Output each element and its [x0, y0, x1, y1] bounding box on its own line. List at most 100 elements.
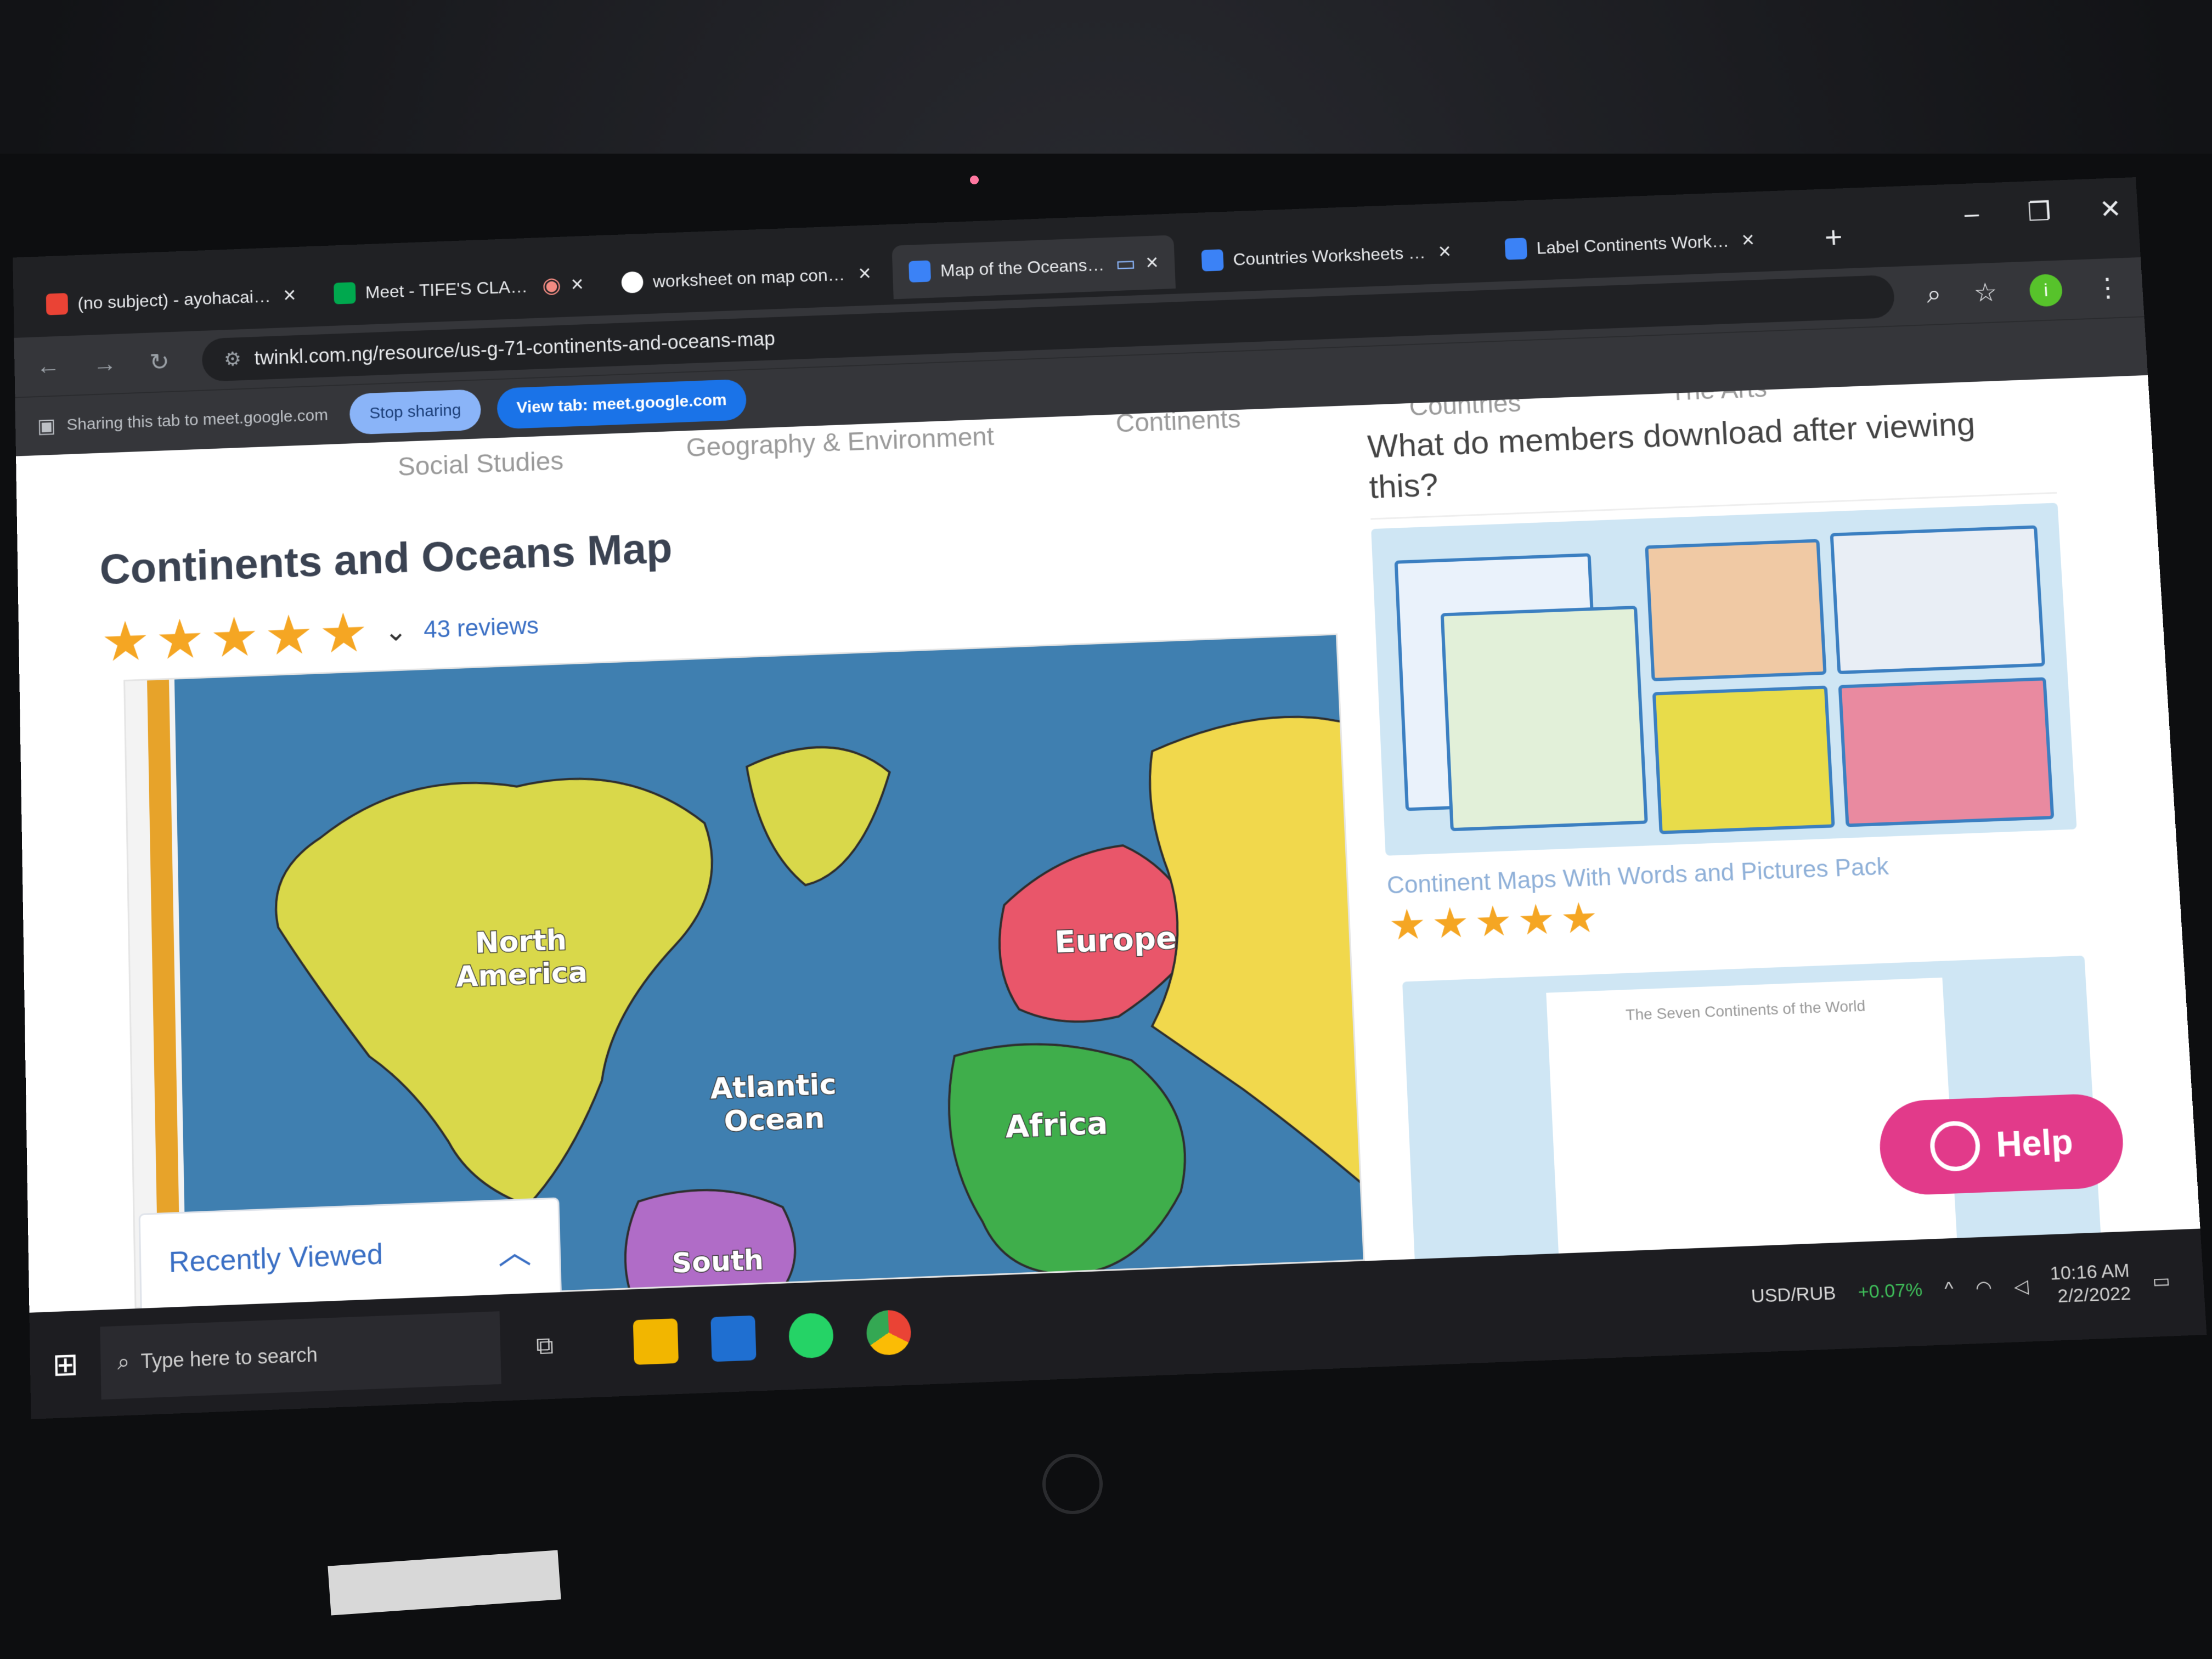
wifi-icon[interactable]: ◠ [1975, 1276, 1993, 1299]
tab-label: worksheet on map continents [652, 264, 849, 291]
ticker-symbol[interactable]: USD/RUB [1751, 1283, 1837, 1308]
tab-label: Meet - TIFE'S CLASS [365, 276, 533, 302]
nav-social-studies[interactable]: Social Studies [397, 446, 563, 482]
close-icon[interactable]: × [283, 283, 296, 308]
related-resource-thumbnail[interactable] [1371, 503, 2077, 856]
volume-icon[interactable]: ◁ [2013, 1275, 2029, 1298]
restore-button[interactable]: ❐ [2027, 196, 2052, 227]
star-icon: ★ [1430, 899, 1470, 948]
map-thumbnail [1440, 605, 1648, 832]
recently-viewed-label: Recently Viewed [168, 1238, 383, 1279]
window-controls: – ❐ ✕ [1963, 194, 2122, 229]
related-resource-title[interactable]: Continent Maps With Words and Pictures P… [1386, 853, 1889, 900]
tab-label-continents[interactable]: Label Continents Workshe × [1488, 212, 1772, 276]
task-view-icon[interactable]: ⧉ [522, 1323, 567, 1369]
url-text: twinkl.com.ng/resource/us-g-71-continent… [254, 327, 776, 369]
close-icon[interactable]: × [1741, 228, 1754, 252]
label-atlantic: Atlantic [710, 1068, 837, 1106]
stop-sharing-button[interactable]: Stop sharing [349, 389, 482, 435]
chevron-down-icon[interactable]: ⌄ [384, 615, 408, 647]
australia-map-thumbnail [1652, 685, 1835, 834]
europe-map-thumbnail [1838, 677, 2055, 827]
help-button[interactable]: Help [1877, 1092, 2126, 1197]
view-tab-button[interactable]: View tab: meet.google.com [496, 379, 747, 430]
star-icon: ★ [318, 602, 369, 665]
label-africa: Africa [1005, 1105, 1108, 1145]
tab-google-search[interactable]: worksheet on map continents × [605, 246, 888, 310]
system-tray: USD/RUB +0.07% ^ ◠ ◁ 10:16 AM 2/2/2022 ▭ [1750, 1258, 2171, 1320]
tab-map-of-oceans[interactable]: Map of the Oceans and ▭ × [891, 235, 1176, 300]
profile-avatar[interactable]: i [2028, 273, 2063, 307]
antarctica-map-thumbnail [1830, 525, 2046, 674]
search-placeholder: Type here to search [140, 1342, 318, 1373]
meet-icon [334, 282, 356, 304]
clock-date: 2/2/2022 [2057, 1283, 2132, 1307]
clock-time: 10:16 AM [2049, 1260, 2130, 1284]
back-icon[interactable]: ← [36, 352, 60, 380]
notifications-icon[interactable]: ▭ [2152, 1269, 2171, 1293]
hp-logo [1042, 1454, 1103, 1514]
star-icon: ★ [100, 610, 151, 673]
twinkl-icon [909, 260, 932, 283]
google-icon [621, 271, 644, 294]
outlook-icon[interactable] [710, 1315, 757, 1362]
forward-icon[interactable]: → [93, 350, 117, 378]
tab-gmail[interactable]: (no subject) - ayohacaindo × [30, 268, 313, 332]
laptop-screen: (no subject) - ayohacaindo × Meet - TIFE… [13, 177, 2207, 1419]
recording-icon: ◉ [541, 273, 562, 298]
tab-label: Label Continents Workshe [1536, 230, 1733, 258]
star-icon: ★ [1516, 896, 1556, 945]
taskbar-search[interactable]: ⌕ Type here to search [100, 1311, 501, 1400]
reviews-link[interactable]: 43 reviews [424, 612, 539, 644]
star-icon: ★ [209, 606, 260, 669]
whatsapp-icon[interactable] [788, 1312, 834, 1359]
twinkl-icon [1201, 249, 1224, 272]
star-icon: ★ [155, 608, 205, 671]
minimize-button[interactable]: – [1963, 199, 1979, 229]
chevron-up-icon[interactable]: ︿ [497, 1224, 532, 1274]
label-ocean: Ocean [724, 1101, 825, 1138]
reload-icon[interactable]: ↻ [149, 348, 170, 376]
screen-share-icon: ▣ [37, 414, 56, 437]
related-resource-rating: ★ ★ ★ ★ ★ [1388, 894, 1605, 949]
menu-icon[interactable]: ⋮ [2094, 273, 2122, 303]
cast-icon: ▭ [1115, 251, 1137, 276]
star-icon: ★ [1559, 894, 1599, 943]
file-explorer-icon[interactable] [633, 1318, 679, 1365]
worksheet-title: The Seven Continents of the World [1625, 997, 1866, 1024]
new-tab-button[interactable]: + [1824, 219, 1843, 255]
tab-label: Countries Worksheets & Pr [1232, 242, 1429, 269]
chrome-icon[interactable] [866, 1309, 912, 1356]
search-icon: ⌕ [117, 1349, 130, 1375]
chevron-up-icon[interactable]: ^ [1944, 1278, 1954, 1300]
sharing-status-text: Sharing this tab to meet.google.com [66, 406, 329, 434]
zoom-icon[interactable]: ⌕ [1926, 279, 1943, 310]
close-icon[interactable]: × [571, 272, 584, 297]
close-icon[interactable]: × [1145, 250, 1159, 275]
help-label: Help [1995, 1121, 2074, 1165]
close-icon[interactable]: × [858, 261, 872, 286]
tab-countries-worksheets[interactable]: Countries Worksheets & Pr × [1184, 224, 1469, 288]
gmail-icon [46, 293, 69, 315]
close-icon[interactable]: × [1438, 239, 1452, 264]
lifebuoy-icon [1928, 1120, 1982, 1172]
tab-label: Map of the Oceans and [940, 254, 1107, 280]
label-europe: Europe [1054, 919, 1177, 960]
tab-label: (no subject) - ayohacaindo [77, 286, 274, 313]
site-info-icon[interactable]: ⚙ [223, 348, 241, 371]
page-title: Continents and Oceans Map [99, 523, 673, 594]
asia-map-thumbnail [1645, 539, 1827, 681]
label-america: America [455, 956, 588, 994]
star-icon: ★ [1474, 898, 1514, 946]
twinkl-icon [1504, 238, 1527, 260]
close-window-button[interactable]: ✕ [2098, 194, 2123, 224]
rating-stars: ★ ★ ★ ★ ★ ⌄ 43 reviews [100, 599, 539, 673]
clock[interactable]: 10:16 AM 2/2/2022 [2050, 1260, 2132, 1308]
web-page: Social Studies Geography & Environment C… [16, 375, 2200, 1313]
windows-start-icon[interactable]: ⊞ [52, 1346, 79, 1384]
label-south: South [672, 1243, 764, 1279]
tab-meet[interactable]: Meet - TIFE'S CLASS ◉ × [317, 257, 601, 321]
photo-background: (no subject) - ayohacaindo × Meet - TIFE… [0, 0, 2212, 1659]
webcam-indicator [970, 176, 979, 184]
bookmark-star-icon[interactable]: ☆ [1973, 277, 1998, 308]
